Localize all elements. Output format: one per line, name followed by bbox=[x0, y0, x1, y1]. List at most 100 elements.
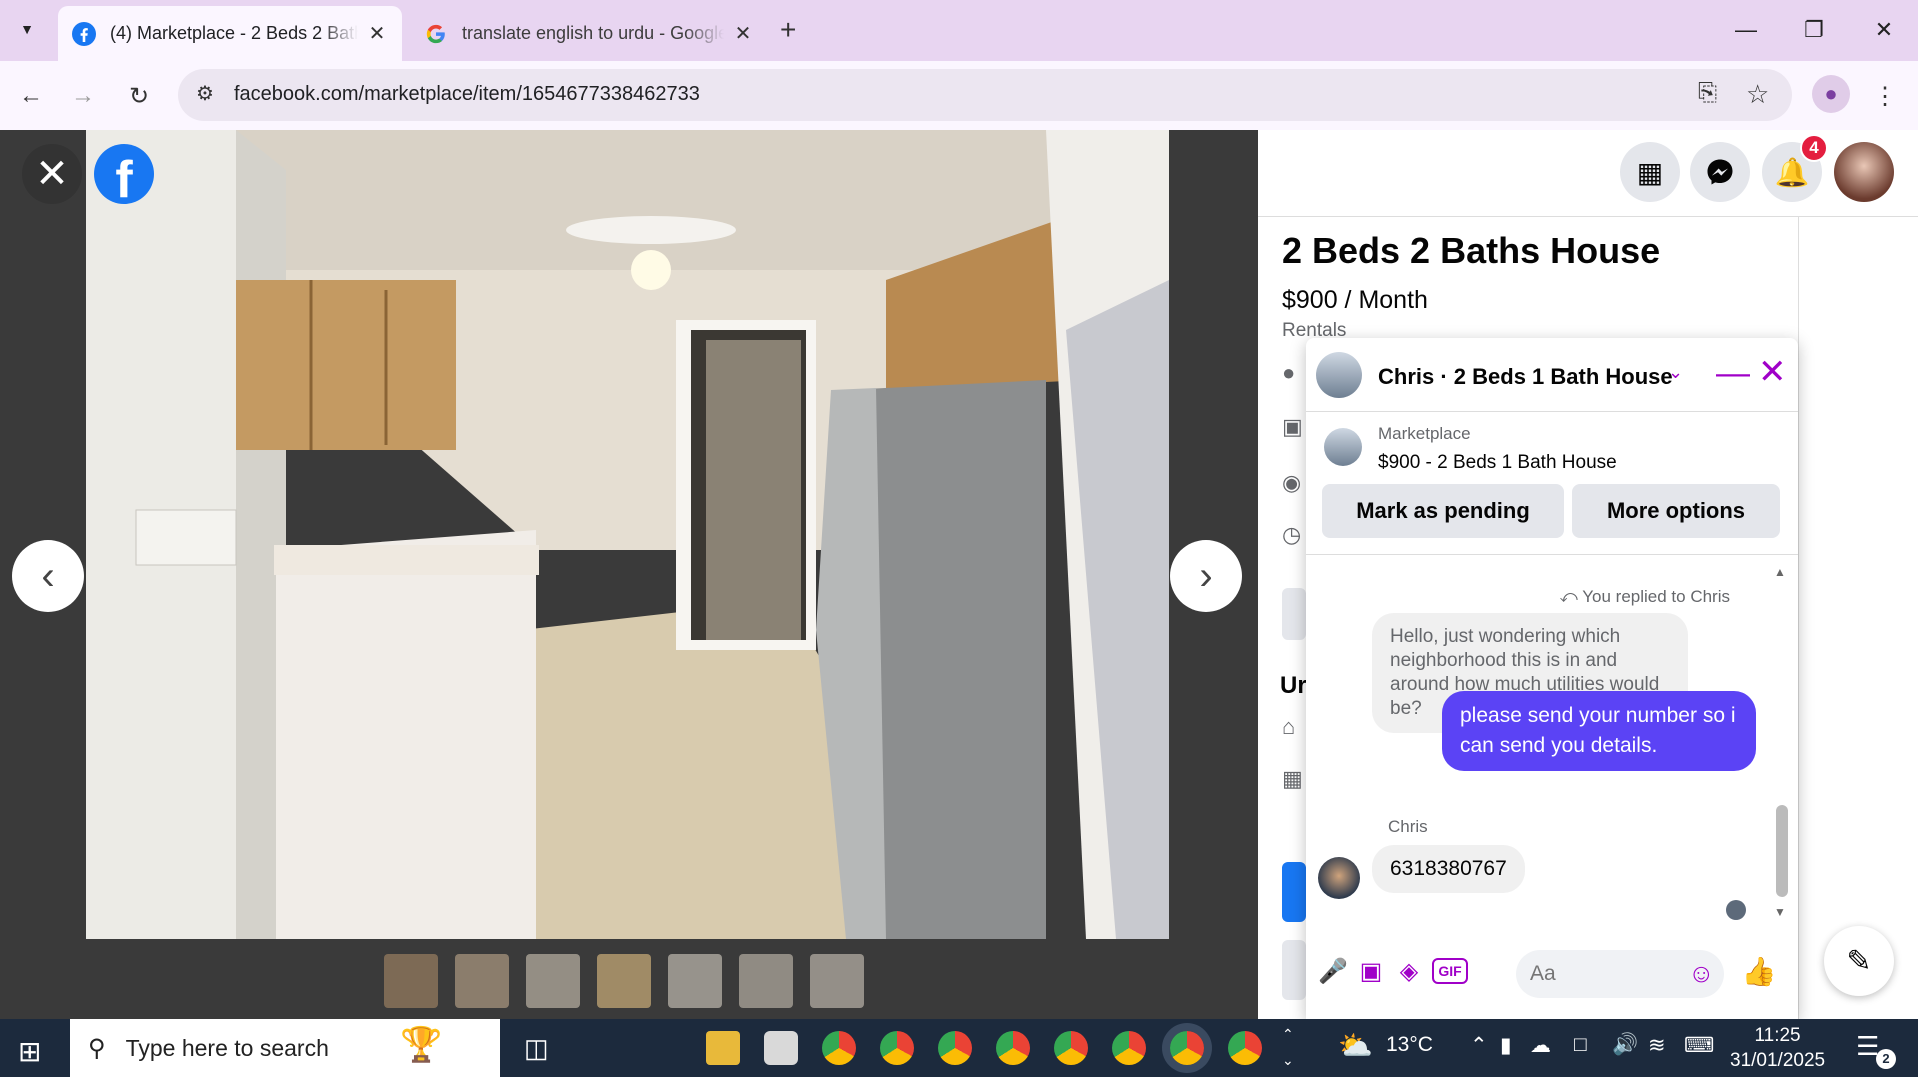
close-viewer-button[interactable]: ✕ bbox=[22, 144, 82, 204]
message-input[interactable] bbox=[1530, 960, 1680, 988]
marketplace-item-title[interactable]: $900 - 2 Beds 1 Bath House bbox=[1378, 452, 1617, 474]
facebook-logo-icon[interactable]: f bbox=[94, 144, 154, 204]
tray-chevron-icon[interactable]: ⌃ bbox=[1470, 1033, 1488, 1058]
battery-icon[interactable]: ▮ bbox=[1500, 1033, 1512, 1058]
kebab-menu-icon[interactable]: ⋮ bbox=[1866, 77, 1904, 115]
address-bar[interactable]: ⚙ facebook.com/marketplace/item/16546773… bbox=[178, 69, 1792, 121]
tune-icon[interactable]: ⚙ bbox=[196, 81, 214, 106]
thumbnail[interactable] bbox=[668, 954, 722, 1008]
chat-title[interactable]: Chris · 2 Beds 1 Bath House bbox=[1378, 364, 1673, 390]
thumbs-up-icon[interactable]: 👍 bbox=[1742, 956, 1777, 987]
install-icon[interactable]: ⎘ bbox=[1698, 79, 1717, 107]
file-explorer-icon[interactable] bbox=[706, 1031, 740, 1065]
button-edge[interactable] bbox=[1282, 862, 1306, 922]
search-highlight-icon[interactable]: 🏆 bbox=[400, 1025, 442, 1065]
keyboard-icon[interactable]: ⌨ bbox=[1684, 1033, 1714, 1058]
meet-now-icon[interactable]: □ bbox=[1574, 1033, 1587, 1057]
close-window-icon[interactable]: ✕ bbox=[1864, 10, 1904, 50]
thumbnail[interactable] bbox=[526, 954, 580, 1008]
minimize-icon[interactable]: — bbox=[1716, 354, 1750, 393]
messenger-icon[interactable] bbox=[1690, 142, 1750, 202]
thumbnail[interactable] bbox=[739, 954, 793, 1008]
facebook-favicon-icon bbox=[72, 21, 96, 46]
tab-marketplace[interactable]: (4) Marketplace - 2 Beds 2 Baths House ✕ bbox=[58, 6, 402, 61]
gif-icon[interactable]: GIF bbox=[1432, 958, 1468, 984]
sticker-icon[interactable]: ◈ bbox=[1394, 956, 1424, 986]
scroll-up-icon[interactable]: ▲ bbox=[1774, 565, 1786, 579]
tab-search-button[interactable]: ▼ bbox=[12, 14, 42, 44]
browser-tab-bar: ▼ (4) Marketplace - 2 Beds 2 Baths House… bbox=[0, 0, 1918, 61]
new-tab-plus-icon[interactable]: + bbox=[780, 14, 796, 46]
close-tab-icon[interactable]: ✕ bbox=[366, 21, 388, 46]
chrome-icon[interactable] bbox=[1054, 1031, 1088, 1065]
chrome-icon[interactable] bbox=[938, 1031, 972, 1065]
mark-as-pending-button[interactable]: Mark as pending bbox=[1322, 484, 1564, 538]
tab-google-search[interactable]: translate english to urdu - Google Searc… bbox=[410, 6, 768, 61]
reply-note: ⤺ You replied to Chris bbox=[1560, 587, 1730, 607]
minimize-window-icon[interactable]: — bbox=[1726, 10, 1766, 50]
url-text[interactable]: facebook.com/marketplace/item/1654677338… bbox=[234, 83, 700, 106]
sender-avatar[interactable] bbox=[1318, 857, 1360, 899]
chrome-icon[interactable] bbox=[1170, 1031, 1204, 1065]
new-message-button[interactable]: ✎ bbox=[1824, 926, 1894, 996]
chrome-icon[interactable] bbox=[996, 1031, 1030, 1065]
thumbnail[interactable] bbox=[384, 954, 438, 1008]
previous-photo-button[interactable]: ‹ bbox=[12, 540, 84, 612]
button-edge[interactable] bbox=[1282, 588, 1306, 640]
microphone-icon[interactable]: 🎤 bbox=[1318, 956, 1348, 986]
clock-icon: ◷ bbox=[1282, 522, 1302, 547]
message-input-wrapper[interactable]: ☺ bbox=[1516, 950, 1724, 998]
chrome-icon[interactable] bbox=[822, 1031, 856, 1065]
menu-grid-icon[interactable]: ▦ bbox=[1620, 142, 1680, 202]
star-icon[interactable]: ☆ bbox=[1746, 79, 1769, 110]
profile-icon[interactable]: ● bbox=[1812, 75, 1850, 113]
account-avatar[interactable] bbox=[1834, 142, 1894, 202]
thumbnail[interactable] bbox=[597, 954, 651, 1008]
back-arrow-icon[interactable]: ← bbox=[12, 77, 50, 115]
incoming-message[interactable]: 6318380767 bbox=[1372, 845, 1525, 893]
listing-thumbnail bbox=[1324, 428, 1362, 466]
chevron-right-icon: › bbox=[1199, 553, 1213, 598]
clock-time: 11:25 bbox=[1754, 1025, 1801, 1046]
reload-icon[interactable]: ↻ bbox=[120, 77, 158, 115]
forward-arrow-icon[interactable]: → bbox=[64, 77, 102, 115]
message-list[interactable]: ⤺ You replied to Chris Hello, just wonde… bbox=[1306, 554, 1798, 926]
more-options-button[interactable]: More options bbox=[1572, 484, 1780, 538]
compose-icon: ✎ bbox=[1846, 944, 1872, 978]
message-composer: 🎤 ▣ ◈ GIF ☺ 👍 bbox=[1306, 934, 1798, 1019]
scroll-down-icon[interactable]: ▼ bbox=[1774, 905, 1786, 919]
close-tab-icon[interactable]: ✕ bbox=[732, 21, 754, 46]
close-icon[interactable]: ✕ bbox=[1758, 352, 1787, 392]
paint-icon[interactable] bbox=[764, 1031, 798, 1065]
windows-start-icon[interactable]: ⊞ bbox=[18, 1035, 41, 1068]
overflow-chevron-icon[interactable]: ⌃ ⌄ bbox=[1282, 1021, 1294, 1073]
photo-icon[interactable]: ▣ bbox=[1356, 956, 1386, 986]
clock[interactable]: 11:25 31/01/2025 bbox=[1730, 1023, 1825, 1073]
chrome-icon[interactable] bbox=[1112, 1031, 1146, 1065]
volume-icon[interactable]: 🔊 bbox=[1612, 1033, 1638, 1057]
photo-viewer: ✕ f ‹ › bbox=[0, 130, 1258, 1019]
scrollbar-thumb[interactable] bbox=[1776, 805, 1788, 897]
marketplace-label: Marketplace bbox=[1378, 424, 1471, 443]
taskbar-search[interactable]: ⚲ Type here to search 🏆 bbox=[70, 1019, 500, 1077]
button-edge[interactable] bbox=[1282, 940, 1306, 1000]
chevron-down-icon: ▼ bbox=[20, 21, 34, 37]
chat-header[interactable]: Chris · 2 Beds 1 Bath House ⌄ — ✕ bbox=[1306, 338, 1798, 412]
next-photo-button[interactable]: › bbox=[1170, 540, 1242, 612]
task-view-icon[interactable]: ◫ bbox=[524, 1033, 549, 1064]
wifi-icon[interactable]: ≋ bbox=[1648, 1033, 1666, 1058]
chevron-down-icon[interactable]: ⌄ bbox=[1668, 362, 1683, 383]
chrome-icon[interactable] bbox=[880, 1031, 914, 1065]
google-favicon-icon bbox=[424, 22, 448, 46]
chrome-icon[interactable] bbox=[1228, 1031, 1262, 1065]
restore-window-icon[interactable]: ❐ bbox=[1794, 10, 1834, 50]
outgoing-message[interactable]: please send your number so i can send yo… bbox=[1442, 691, 1756, 771]
weather-temp[interactable]: 13°C bbox=[1386, 1033, 1433, 1057]
emoji-icon[interactable]: ☺ bbox=[1688, 958, 1715, 989]
thumbnail[interactable] bbox=[810, 954, 864, 1008]
tab-title: translate english to urdu - Google Searc… bbox=[462, 23, 724, 43]
cloud-icon[interactable]: ☁ bbox=[1530, 1033, 1551, 1058]
thumbnail[interactable] bbox=[455, 954, 509, 1008]
windows-taskbar: ⊞ ⚲ Type here to search 🏆 ◫ ⌃ ⌄ ⛅ 13°C ⌃ … bbox=[0, 1019, 1918, 1077]
chevron-left-icon: ‹ bbox=[41, 553, 55, 598]
